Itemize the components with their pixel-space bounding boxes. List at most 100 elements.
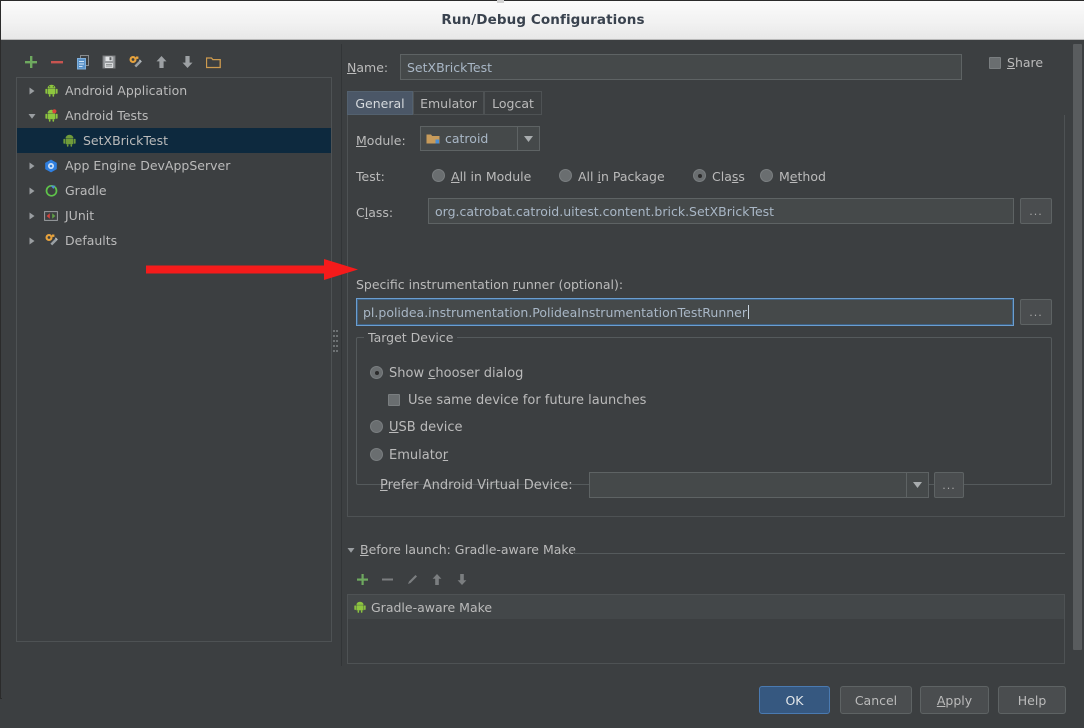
tree-item-app-engine-devappserver[interactable]: App Engine DevAppServer: [17, 153, 331, 178]
app-engine-icon: [41, 159, 61, 173]
tree-item-label: Gradle: [65, 183, 107, 198]
target-device-group: [356, 337, 1052, 485]
name-input[interactable]: SetXBrickTest: [400, 54, 962, 80]
android-test-icon: [59, 134, 79, 147]
defaults-icon: [41, 233, 61, 248]
avd-label: Prefer Android Virtual Device:: [380, 478, 573, 493]
radio-method-label[interactable]: Method: [779, 169, 826, 184]
class-input-value: org.catrobat.catroid.uitest.content.bric…: [435, 203, 775, 219]
radio-emulator[interactable]: [370, 448, 383, 461]
tab-logcat[interactable]: Logcat: [484, 91, 542, 115]
help-button-label: Help: [1017, 692, 1047, 708]
move-task-up-icon[interactable]: [426, 568, 448, 590]
before-launch-header[interactable]: Before launch: Gradle-aware Make: [347, 542, 576, 557]
avd-combo[interactable]: [589, 472, 929, 498]
before-launch-header-label: Before launch: Gradle-aware Make: [360, 542, 576, 557]
module-combo[interactable]: catroid: [420, 126, 540, 151]
tree-item-label: Defaults: [65, 233, 118, 248]
runner-input[interactable]: pl.polidea.instrumentation.PolideaInstru…: [356, 298, 1014, 326]
cancel-button-label: Cancel: [854, 692, 898, 708]
chevron-right-icon[interactable]: [23, 162, 41, 170]
list-item[interactable]: Gradle-aware Make: [348, 595, 1064, 619]
before-launch-task-list[interactable]: Gradle-aware Make: [347, 594, 1065, 664]
configurations-toolbar: [16, 50, 332, 76]
class-browse-label: ...: [1029, 204, 1043, 218]
chevron-right-icon[interactable]: [23, 87, 41, 95]
radio-all-in-package-label[interactable]: All in Package: [578, 169, 665, 184]
cancel-button[interactable]: Cancel: [840, 686, 912, 714]
folder-icon[interactable]: [202, 51, 224, 73]
radio-show-chooser-dialog[interactable]: [370, 366, 383, 379]
radio-all-in-module[interactable]: [432, 169, 445, 182]
dialog-button-bar: OK Cancel Apply Help: [2, 670, 1084, 728]
dialog-scrollbar[interactable]: [1070, 40, 1084, 697]
radio-usb-device-label[interactable]: USB device: [389, 420, 463, 435]
radio-show-chooser-dialog-label[interactable]: Show chooser dialog: [389, 366, 523, 381]
tree-item-label: Android Application: [65, 83, 188, 98]
chevron-right-icon[interactable]: [23, 187, 41, 195]
remove-task-icon[interactable]: [376, 568, 398, 590]
radio-usb-device[interactable]: [370, 420, 383, 433]
avd-browse-button[interactable]: ...: [934, 472, 964, 498]
chevron-right-icon[interactable]: [23, 212, 41, 220]
tree-item-gradle[interactable]: Gradle: [17, 178, 331, 203]
avd-combo-arrow[interactable]: [906, 473, 928, 497]
runner-label: Specific instrumentation runner (optiona…: [356, 277, 624, 292]
tree-item-android-tests[interactable]: Android Tests: [17, 103, 331, 128]
module-combo-arrow[interactable]: [517, 127, 539, 150]
use-same-device-label[interactable]: Use same device for future launches: [408, 393, 646, 408]
tree-item-setxbricktest[interactable]: SetXBrickTest: [17, 128, 331, 153]
radio-all-in-module-label[interactable]: All in Module: [451, 169, 531, 184]
add-icon[interactable]: [20, 51, 42, 73]
tree-item-label: SetXBrickTest: [83, 133, 169, 148]
radio-emulator-label[interactable]: Emulator: [389, 448, 448, 463]
tree-item-defaults[interactable]: Defaults: [17, 228, 331, 253]
class-browse-button[interactable]: ...: [1020, 198, 1052, 224]
add-task-icon[interactable]: [351, 568, 373, 590]
edit-defaults-icon[interactable]: [124, 51, 146, 73]
use-same-device-checkbox[interactable]: [388, 394, 400, 406]
runner-browse-button[interactable]: ...: [1020, 299, 1052, 325]
save-icon[interactable]: [98, 51, 120, 73]
splitter-grip: [333, 330, 339, 354]
tab-emulator[interactable]: Emulator: [413, 91, 484, 115]
share-label: Share: [1007, 55, 1044, 70]
module-folder-icon: [426, 133, 440, 145]
radio-class[interactable]: [693, 169, 706, 182]
tree-item-android-application[interactable]: Android Application: [17, 78, 331, 103]
radio-method[interactable]: [760, 169, 773, 182]
edit-task-icon[interactable]: [401, 568, 423, 590]
pane-splitter[interactable]: [332, 44, 340, 666]
tab-general[interactable]: General: [347, 91, 413, 115]
chevron-down-icon[interactable]: [23, 112, 41, 120]
tab-logcat-label: Logcat: [492, 95, 534, 111]
tab-strip: General Emulator Logcat: [347, 91, 1065, 115]
copy-icon[interactable]: [72, 51, 94, 73]
ok-button[interactable]: OK: [759, 686, 830, 714]
radio-all-in-package[interactable]: [559, 169, 572, 182]
class-input[interactable]: org.catrobat.catroid.uitest.content.bric…: [428, 198, 1014, 224]
chevron-down-icon[interactable]: [347, 546, 355, 554]
apply-button[interactable]: Apply: [920, 686, 989, 714]
module-label: Module:: [356, 133, 406, 148]
run-debug-configurations-dialog: Run/Debug Configurations Android Applica…: [0, 0, 1084, 714]
class-label: Class:: [356, 205, 394, 220]
share-checkbox[interactable]: [989, 56, 1001, 69]
tree-item-junit[interactable]: JUnit: [17, 203, 331, 228]
radio-class-label[interactable]: Class: [712, 169, 745, 184]
share-checkbox-group[interactable]: Share: [989, 55, 1043, 70]
tree-item-label: JUnit: [65, 208, 95, 223]
list-item-label: Gradle-aware Make: [371, 599, 493, 615]
scrollbar-thumb[interactable]: [1073, 44, 1082, 650]
move-up-icon[interactable]: [150, 51, 172, 73]
remove-icon[interactable]: [46, 51, 68, 73]
module-value: catroid: [445, 131, 489, 146]
move-down-icon[interactable]: [176, 51, 198, 73]
android-icon: [354, 601, 366, 613]
help-button[interactable]: Help: [998, 686, 1066, 714]
ok-button-label: OK: [785, 692, 804, 708]
move-task-down-icon[interactable]: [451, 568, 473, 590]
android-test-icon: [41, 109, 61, 122]
chevron-right-icon[interactable]: [23, 237, 41, 245]
configurations-tree[interactable]: Android Application Android Tests SetXBr…: [16, 77, 332, 642]
